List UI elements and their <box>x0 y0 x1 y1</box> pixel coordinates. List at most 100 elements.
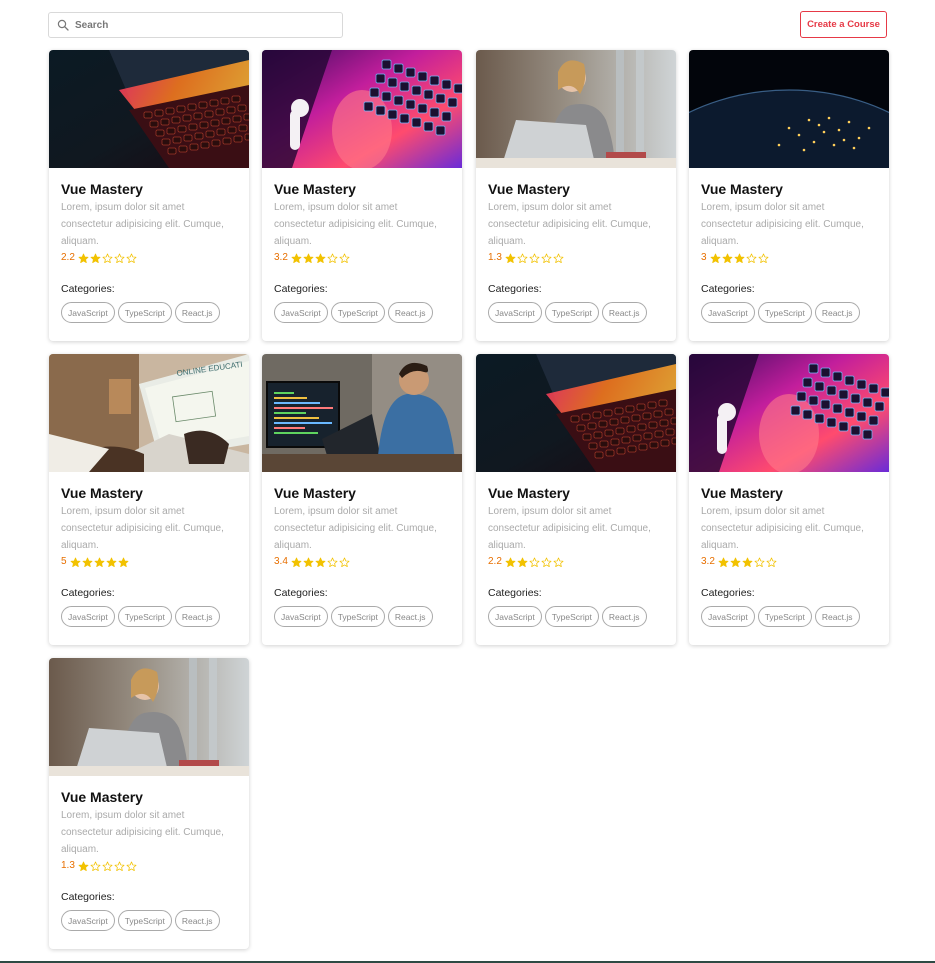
category-tag[interactable]: JavaScript <box>61 910 115 931</box>
course-thumbnail[interactable] <box>262 354 462 472</box>
category-tag[interactable]: TypeScript <box>117 910 172 931</box>
category-tag[interactable]: JavaScript <box>274 302 328 323</box>
categories-label: Categories: <box>274 283 328 295</box>
course-description: Lorem, ipsum dolor sit amet consectetur … <box>488 202 651 247</box>
star-empty-icon <box>102 861 113 872</box>
rating-value: 3 <box>701 252 707 263</box>
category-tag[interactable]: React.js <box>601 606 647 627</box>
star-empty-icon <box>102 253 113 264</box>
star-filled-icon <box>106 557 117 568</box>
category-tags: JavaScript TypeScript React.js <box>61 302 237 323</box>
categories-label: Categories: <box>61 891 115 903</box>
category-tag[interactable]: TypeScript <box>544 302 599 323</box>
category-tag[interactable]: TypeScript <box>330 606 385 627</box>
category-tag[interactable]: TypeScript <box>330 302 385 323</box>
rating-stars <box>710 253 769 264</box>
category-tag[interactable]: JavaScript <box>61 302 115 323</box>
categories-label: Categories: <box>61 587 115 599</box>
star-filled-icon <box>315 253 326 264</box>
create-course-button[interactable]: Create a Course <box>800 11 887 38</box>
course-thumbnail[interactable] <box>689 354 889 472</box>
course-rating: 1.3 <box>488 251 664 265</box>
course-card[interactable]: Vue Mastery Lorem, ipsum dolor sit amet … <box>49 658 249 949</box>
categories-label: Categories: <box>701 283 755 295</box>
course-title[interactable]: Vue Mastery <box>274 181 450 198</box>
course-card[interactable]: Vue Mastery Lorem, ipsum dolor sit amet … <box>689 354 889 645</box>
course-card[interactable]: Vue Mastery Lorem, ipsum dolor sit amet … <box>476 354 676 645</box>
category-tags: JavaScript TypeScript React.js <box>61 910 237 931</box>
star-filled-icon <box>303 253 314 264</box>
category-tags: JavaScript TypeScript React.js <box>61 606 237 627</box>
star-empty-icon <box>553 557 564 568</box>
category-tags: JavaScript TypeScript React.js <box>274 606 450 627</box>
category-tag[interactable]: TypeScript <box>117 606 172 627</box>
course-title[interactable]: Vue Mastery <box>701 485 877 502</box>
category-tag[interactable]: React.js <box>387 606 433 627</box>
course-card[interactable]: Vue Mastery Lorem, ipsum dolor sit amet … <box>689 50 889 341</box>
star-empty-icon <box>90 861 101 872</box>
course-thumbnail[interactable] <box>689 50 889 168</box>
course-card[interactable]: ONLINE EDUCATI Vue Mastery Lorem, ipsum … <box>49 354 249 645</box>
star-filled-icon <box>315 557 326 568</box>
category-tag[interactable]: JavaScript <box>701 302 755 323</box>
star-empty-icon <box>758 253 769 264</box>
category-tag[interactable]: React.js <box>814 606 860 627</box>
rating-value: 2.2 <box>61 252 75 263</box>
search-box[interactable] <box>48 12 343 38</box>
course-description: Lorem, ipsum dolor sit amet consectetur … <box>61 810 224 855</box>
rating-stars <box>78 253 137 264</box>
category-tag[interactable]: TypeScript <box>117 302 172 323</box>
course-rating: 2.2 <box>61 251 237 265</box>
category-tag[interactable]: React.js <box>174 910 220 931</box>
course-title[interactable]: Vue Mastery <box>488 181 664 198</box>
course-title[interactable]: Vue Mastery <box>701 181 877 198</box>
category-tags: JavaScript TypeScript React.js <box>488 302 664 323</box>
course-title[interactable]: Vue Mastery <box>61 789 237 806</box>
category-tag[interactable]: React.js <box>387 302 433 323</box>
star-filled-icon <box>505 557 516 568</box>
course-card[interactable]: Vue Mastery Lorem, ipsum dolor sit amet … <box>262 50 462 341</box>
rating-stars <box>718 557 777 568</box>
course-card[interactable]: Vue Mastery Lorem, ipsum dolor sit amet … <box>49 50 249 341</box>
course-rating: 3.2 <box>274 251 450 265</box>
course-thumbnail[interactable] <box>262 50 462 168</box>
category-tag[interactable]: JavaScript <box>488 606 542 627</box>
course-thumbnail[interactable] <box>49 50 249 168</box>
course-card[interactable]: Vue Mastery Lorem, ipsum dolor sit amet … <box>476 50 676 341</box>
course-title[interactable]: Vue Mastery <box>274 485 450 502</box>
course-title[interactable]: Vue Mastery <box>61 485 237 502</box>
course-thumbnail[interactable] <box>476 50 676 168</box>
star-filled-icon <box>90 253 101 264</box>
course-thumbnail[interactable] <box>476 354 676 472</box>
star-filled-icon <box>78 861 89 872</box>
category-tag[interactable]: JavaScript <box>61 606 115 627</box>
category-tag[interactable]: TypeScript <box>757 606 812 627</box>
course-title[interactable]: Vue Mastery <box>61 181 237 198</box>
category-tag[interactable]: JavaScript <box>488 302 542 323</box>
category-tag[interactable]: React.js <box>174 302 220 323</box>
categories-label: Categories: <box>488 587 542 599</box>
course-title[interactable]: Vue Mastery <box>488 485 664 502</box>
course-description: Lorem, ipsum dolor sit amet consectetur … <box>61 506 224 551</box>
rating-stars <box>291 253 350 264</box>
category-tag[interactable]: JavaScript <box>274 606 328 627</box>
star-empty-icon <box>746 253 757 264</box>
category-tag[interactable]: JavaScript <box>701 606 755 627</box>
course-description: Lorem, ipsum dolor sit amet consectetur … <box>61 202 224 247</box>
course-thumbnail[interactable]: ONLINE EDUCATI <box>49 354 249 472</box>
star-empty-icon <box>766 557 777 568</box>
star-filled-icon <box>291 253 302 264</box>
category-tags: JavaScript TypeScript React.js <box>701 606 877 627</box>
category-tag[interactable]: React.js <box>174 606 220 627</box>
rating-value: 5 <box>61 556 67 567</box>
course-card[interactable]: Vue Mastery Lorem, ipsum dolor sit amet … <box>262 354 462 645</box>
rating-stars <box>78 861 137 872</box>
category-tag[interactable]: TypeScript <box>757 302 812 323</box>
course-thumbnail[interactable] <box>49 658 249 776</box>
search-input[interactable] <box>75 19 325 31</box>
category-tag[interactable]: React.js <box>814 302 860 323</box>
categories-label: Categories: <box>488 283 542 295</box>
star-filled-icon <box>734 253 745 264</box>
category-tag[interactable]: TypeScript <box>544 606 599 627</box>
category-tag[interactable]: React.js <box>601 302 647 323</box>
